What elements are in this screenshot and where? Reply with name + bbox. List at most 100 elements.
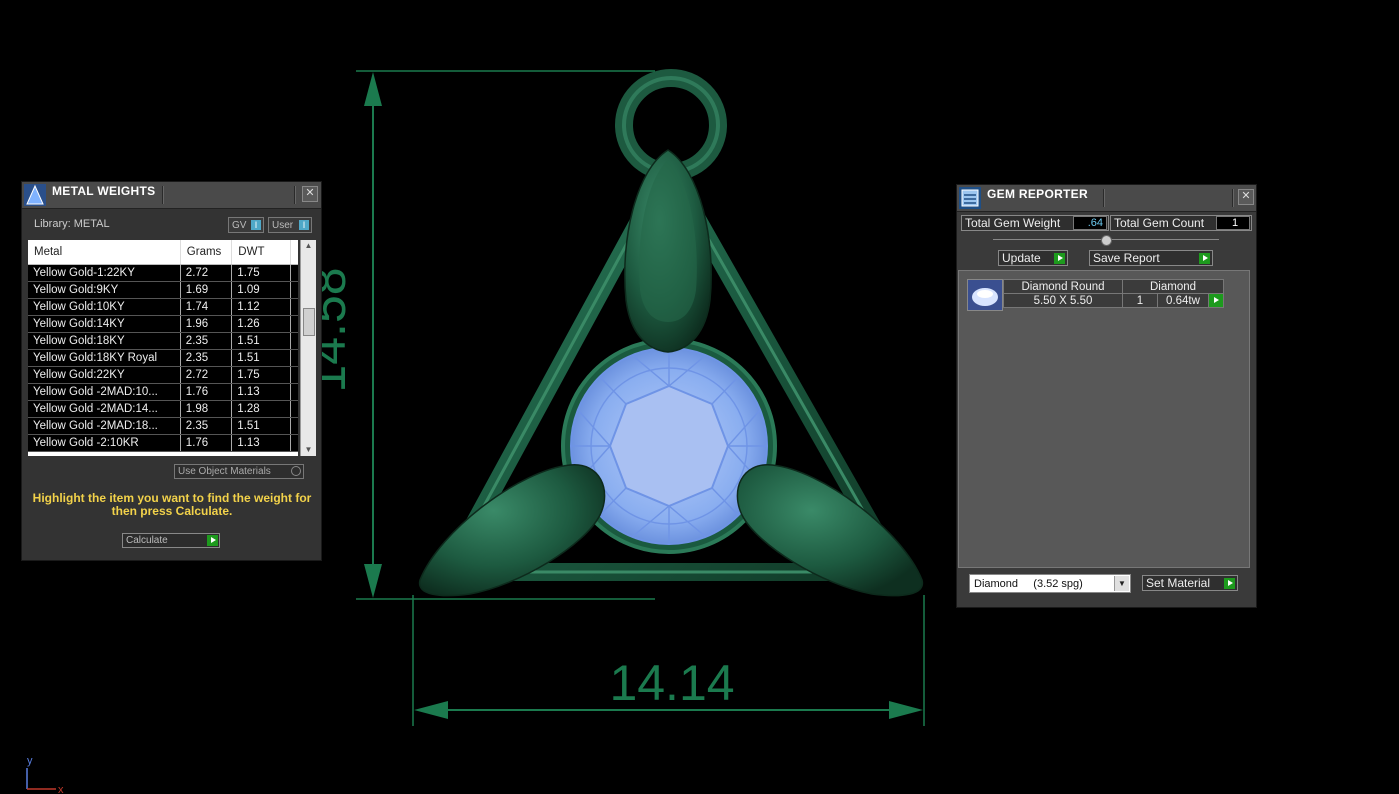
toggle-gv[interactable]: GV I (228, 217, 264, 233)
cell-grams: 2.35 (180, 332, 233, 350)
calculate-label: Calculate (126, 535, 168, 546)
table-row[interactable]: Yellow Gold:14KY 1.96 1.26 (28, 315, 298, 333)
pendant-model[interactable] (418, 69, 924, 597)
gem-row-go-button[interactable] (1208, 293, 1224, 308)
instruction-text: Highlight the item you want to find the … (32, 491, 312, 518)
cell-metal: Yellow Gold:18KY (28, 332, 181, 350)
save-report-label: Save Report (1093, 251, 1160, 265)
cell-metal: Yellow Gold-1:22KY (28, 264, 181, 282)
toggle-user-indicator-icon: I (299, 220, 309, 230)
column-header-metal[interactable]: Metal (28, 240, 181, 265)
gem-list[interactable]: Diamond Round Diamond 5.50 X 5.50 1 0.64… (958, 270, 1250, 568)
table-row[interactable]: Yellow Gold:22KY 2.72 1.75 (28, 366, 298, 384)
material-select-value: Diamond (3.52 spg) (974, 578, 1083, 590)
update-label: Update (1002, 251, 1041, 265)
cell-spacer (290, 332, 298, 350)
gem-count-cell: 1 (1122, 293, 1158, 308)
cell-spacer (290, 434, 298, 452)
toggle-gv-label: GV (232, 220, 247, 231)
cell-grams: 1.69 (180, 281, 233, 299)
cell-spacer (290, 366, 298, 384)
material-select[interactable]: Diamond (3.52 spg) ▼ (969, 574, 1131, 593)
cell-metal: Yellow Gold -2:10KR (28, 434, 181, 452)
gem-reporter-panel: GEM REPORTER ✕ Total Gem Weight .64 Tota… (956, 184, 1257, 608)
cell-metal: Yellow Gold -2MAD:10... (28, 383, 181, 401)
close-icon[interactable]: ✕ (1238, 189, 1254, 205)
total-gem-weight-value: .64 (1073, 216, 1107, 230)
gem-reporter-titlebar[interactable]: GEM REPORTER ✕ (957, 185, 1256, 212)
cell-grams: 1.76 (180, 383, 233, 401)
scroll-down-icon[interactable]: ▼ (301, 444, 316, 456)
scroll-up-icon[interactable]: ▲ (301, 240, 316, 252)
table-row[interactable]: Yellow Gold -2MAD:18... 2.35 1.51 (28, 417, 298, 435)
table-row[interactable]: Yellow Gold:18KY 2.35 1.51 (28, 332, 298, 350)
cell-grams: 1.96 (180, 315, 233, 333)
cell-dwt: 1.12 (231, 298, 291, 316)
cell-dwt: 1.13 (231, 383, 291, 401)
metal-table-header: Metal Grams DWT (28, 240, 298, 265)
cell-spacer (290, 281, 298, 299)
axis-x-label: x (58, 784, 64, 794)
round-diamond-icon (968, 280, 1002, 310)
table-row[interactable]: Yellow Gold:9KY 1.69 1.09 (28, 281, 298, 299)
column-header-dwt[interactable]: DWT (231, 240, 291, 265)
cell-spacer (290, 298, 298, 316)
horizontal-dimension-label: 14.14 (609, 655, 734, 711)
cell-spacer (290, 417, 298, 435)
total-gem-count-value: 1 (1216, 216, 1250, 230)
gem-thumbnail[interactable] (967, 279, 1003, 311)
collapse-knob-icon[interactable] (1101, 235, 1112, 246)
cell-dwt: 1.51 (231, 332, 291, 350)
cell-metal: Yellow Gold -2MAD:14... (28, 400, 181, 418)
use-object-materials-toggle[interactable]: Use Object Materials (174, 464, 304, 479)
cell-spacer (290, 400, 298, 418)
update-button[interactable]: Update (998, 250, 1068, 266)
column-header-grams[interactable]: Grams (180, 240, 233, 265)
metal-weights-titlebar[interactable]: METAL WEIGHTS ✕ (22, 182, 321, 209)
axis-y-label: y (27, 755, 33, 767)
table-row[interactable]: Yellow Gold-1:22KY 2.72 1.75 (28, 264, 298, 282)
toggle-user[interactable]: User I (268, 217, 312, 233)
cell-spacer (290, 315, 298, 333)
play-arrow-icon (1054, 253, 1065, 264)
chevron-down-icon[interactable]: ▼ (1114, 576, 1129, 591)
table-row[interactable]: Yellow Gold:18KY Royal 2.35 1.51 (28, 349, 298, 367)
cell-spacer (290, 349, 298, 367)
play-arrow-icon (1210, 295, 1221, 306)
close-icon[interactable]: ✕ (302, 186, 318, 202)
cell-dwt: 1.28 (231, 400, 291, 418)
cell-spacer (290, 383, 298, 401)
metal-table-scrollbar[interactable]: ▲ ▼ (300, 240, 316, 456)
set-material-button[interactable]: Set Material (1142, 575, 1238, 591)
gem-reporter-icon (959, 187, 981, 209)
gem-weight-cell: 0.64tw (1157, 293, 1209, 308)
metal-weights-panel: METAL WEIGHTS ✕ Library: METAL GV I User… (21, 181, 322, 561)
play-arrow-icon (207, 535, 218, 546)
table-row[interactable]: Yellow Gold -2:10KR 1.76 1.13 (28, 434, 298, 452)
cell-dwt: 1.75 (231, 366, 291, 384)
table-row[interactable]: Yellow Gold -2MAD:14... 1.98 1.28 (28, 400, 298, 418)
cell-dwt: 1.09 (231, 281, 291, 299)
cell-spacer (290, 264, 298, 282)
total-gem-count-label: Total Gem Count (1114, 216, 1205, 230)
cell-grams: 2.35 (180, 349, 233, 367)
cell-metal: Yellow Gold -2MAD:18... (28, 417, 181, 435)
table-row[interactable]: Yellow Gold -2MAD:10... 1.76 1.13 (28, 383, 298, 401)
scroll-thumb[interactable] (303, 308, 315, 336)
cell-grams: 1.98 (180, 400, 233, 418)
calculate-button[interactable]: Calculate (122, 533, 220, 548)
cell-dwt: 1.51 (231, 417, 291, 435)
gem-material-cell: Diamond (1122, 279, 1224, 294)
total-gem-weight-label: Total Gem Weight (965, 216, 1061, 230)
cell-dwt: 1.51 (231, 349, 291, 367)
cell-dwt: 1.13 (231, 434, 291, 452)
table-row[interactable]: Yellow Gold:10KY 1.74 1.12 (28, 298, 298, 316)
metal-table[interactable]: Metal Grams DWT Yellow Gold-1:22KY 2.72 1.… (28, 240, 298, 456)
cell-metal: Yellow Gold:14KY (28, 315, 181, 333)
cell-metal: Yellow Gold:22KY (28, 366, 181, 384)
save-report-button[interactable]: Save Report (1089, 250, 1213, 266)
metal-weights-icon (24, 184, 46, 206)
cell-grams: 1.74 (180, 298, 233, 316)
toggle-user-label: User (272, 220, 294, 231)
cell-grams: 2.72 (180, 264, 233, 282)
